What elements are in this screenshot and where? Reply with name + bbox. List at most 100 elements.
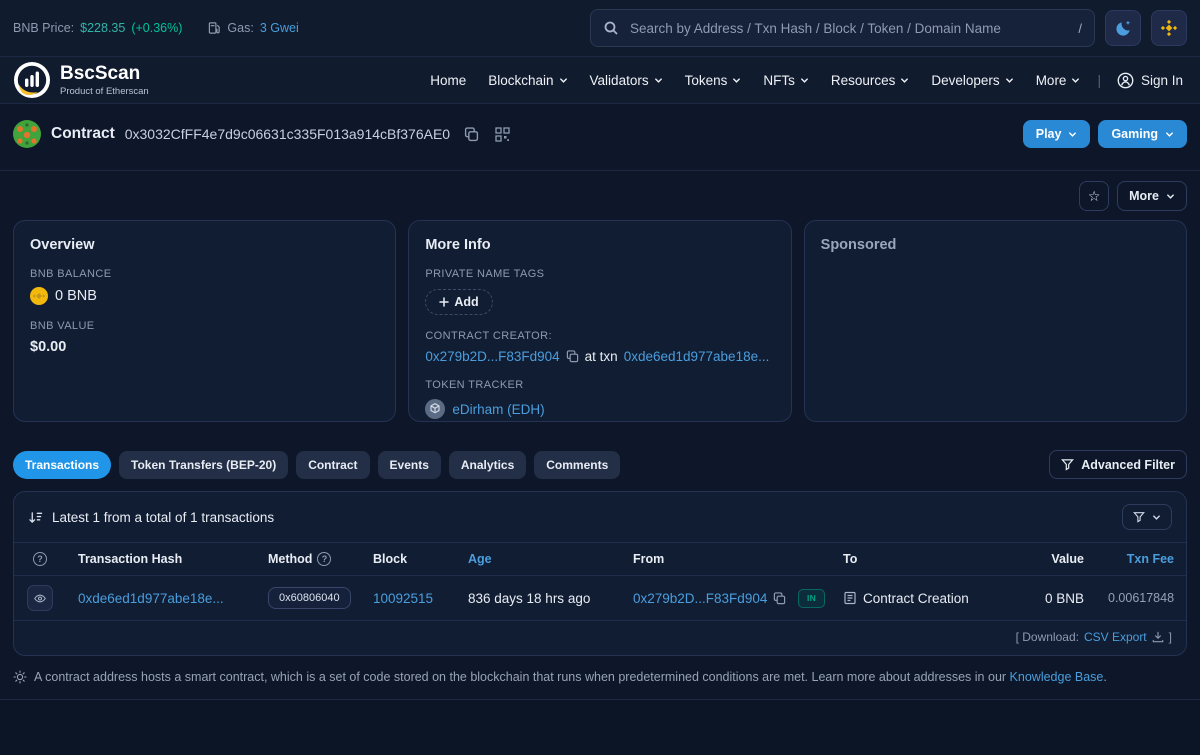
col-method: Method: [268, 552, 312, 566]
col-age-toggle[interactable]: Age: [468, 552, 492, 566]
contract-identity: Contract 0x3032CfFF4e7d9c06631c335F013a9…: [13, 120, 512, 148]
market-stats: BNB Price: $228.35 (+0.36%) Gas: 3 Gwei: [13, 21, 299, 35]
sponsored-card: Sponsored: [804, 220, 1187, 422]
address-footnote: A contract address hosts a smart contrac…: [13, 670, 1187, 684]
network-bnb-button[interactable]: [1151, 10, 1187, 46]
nav-divider: |: [1091, 73, 1107, 88]
funnel-icon: [1061, 458, 1074, 471]
from-address-link[interactable]: 0x279b2D...F83Fd904: [633, 591, 767, 606]
copy-icon: [464, 127, 479, 142]
to-contract-creation: Contract Creation: [863, 591, 969, 606]
private-name-tags-label: PRIVATE NAME TAGS: [425, 268, 774, 280]
bnb-price-link[interactable]: $228.35: [80, 21, 125, 35]
col-from: From: [621, 543, 786, 575]
transactions-panel: Latest 1 from a total of 1 transactions …: [13, 491, 1187, 656]
chevron-down-icon: [559, 76, 568, 85]
knowledge-base-link[interactable]: Knowledge Base: [1010, 670, 1104, 684]
tab-events[interactable]: Events: [378, 451, 441, 479]
tx-hash-link[interactable]: 0xde6ed1d977abe18e...: [78, 591, 244, 606]
block-link[interactable]: 10092515: [373, 591, 433, 606]
add-name-tag-button[interactable]: Add: [425, 289, 492, 315]
chevron-down-icon: [1152, 513, 1161, 522]
gaming-button[interactable]: Gaming: [1098, 120, 1187, 148]
tabs-row: Transactions Token Transfers (BEP-20) Co…: [13, 450, 1187, 479]
transactions-header: Latest 1 from a total of 1 transactions: [14, 492, 1186, 543]
chevron-down-icon: [1005, 76, 1014, 85]
col-txn-fee-toggle[interactable]: Txn Fee: [1127, 552, 1174, 566]
more-info-title: More Info: [425, 237, 774, 253]
chevron-down-icon: [1068, 130, 1077, 139]
advanced-filter-button[interactable]: Advanced Filter: [1049, 450, 1187, 479]
plus-icon: [439, 297, 449, 307]
brand-logo[interactable]: BscScan Product of Etherscan: [13, 61, 149, 99]
gas-label: Gas:: [227, 21, 253, 35]
method-badge[interactable]: 0x60806040: [268, 587, 351, 609]
contract-actions: Play Gaming: [1023, 120, 1187, 148]
overview-card: Overview BNB BALANCE 0 BNB BNB VALUE $0.…: [13, 220, 396, 422]
col-value: Value: [1011, 543, 1096, 575]
chevron-down-icon: [900, 76, 909, 85]
sign-in-button[interactable]: Sign In: [1107, 72, 1187, 89]
tab-transactions[interactable]: Transactions: [13, 451, 111, 479]
topbar: BNB Price: $228.35 (+0.36%) Gas: 3 Gwei …: [0, 0, 1200, 57]
nav-item-more[interactable]: More: [1025, 73, 1092, 88]
site-footer: [0, 699, 1200, 755]
search-bar[interactable]: /: [590, 9, 1095, 47]
csv-export-link[interactable]: CSV Export: [1084, 630, 1147, 644]
sponsored-title: Sponsored: [821, 237, 1170, 253]
gas-pump-icon: [208, 21, 221, 35]
sort-icon: [28, 511, 43, 524]
nav-item-resources[interactable]: Resources: [820, 73, 921, 88]
token-tracker-link[interactable]: eDirham (EDH): [452, 402, 544, 417]
nav-item-tokens[interactable]: Tokens: [674, 73, 753, 88]
nav-item-home[interactable]: Home: [419, 73, 477, 88]
contract-address: 0x3032CfFF4e7d9c06631c335F013a914cBf376A…: [125, 126, 450, 142]
creation-txn-link[interactable]: 0xde6ed1d977abe18e...: [624, 349, 770, 364]
gas-value-link[interactable]: 3 Gwei: [260, 21, 299, 35]
info-cards: Overview BNB BALANCE 0 BNB BNB VALUE $0.…: [13, 220, 1187, 422]
bnb-logo-icon: [1160, 19, 1178, 37]
tab-token-transfers[interactable]: Token Transfers (BEP-20): [119, 451, 288, 479]
download-row: [ Download: CSV Export ]: [14, 621, 1186, 655]
nav-item-developers[interactable]: Developers: [920, 73, 1024, 88]
overview-title: Overview: [30, 237, 379, 253]
theme-toggle-button[interactable]: [1105, 10, 1141, 46]
copy-address-button[interactable]: [462, 125, 481, 144]
tab-comments[interactable]: Comments: [534, 451, 620, 479]
play-button[interactable]: Play: [1023, 120, 1091, 148]
creator-address-link[interactable]: 0x279b2D...F83Fd904: [425, 349, 559, 364]
col-to: To: [831, 543, 1011, 575]
gas-group: Gas: 3 Gwei: [208, 21, 298, 35]
nav-item-blockchain[interactable]: Blockchain: [477, 73, 578, 88]
copy-creator-button[interactable]: [566, 350, 579, 363]
main-content: More Overview BNB BALANCE 0 BNB BNB VALU…: [0, 181, 1200, 684]
tx-age: 836 days 18 hrs ago: [456, 582, 621, 615]
tabs: Transactions Token Transfers (BEP-20) Co…: [13, 451, 620, 479]
nav-links: Home Blockchain Validators Tokens NFTs R…: [419, 72, 1187, 89]
nav-item-validators[interactable]: Validators: [579, 73, 674, 88]
funnel-icon: [1133, 511, 1145, 523]
tab-analytics[interactable]: Analytics: [449, 451, 526, 479]
more-info-card: More Info PRIVATE NAME TAGS Add CONTRACT…: [408, 220, 791, 422]
token-logo-icon: [425, 399, 445, 419]
bnb-balance-value: 0 BNB: [55, 288, 97, 304]
method-help-icon[interactable]: [317, 552, 331, 566]
secondary-actions: More: [13, 181, 1187, 211]
favorite-star-button[interactable]: [1079, 181, 1109, 211]
help-icon[interactable]: [33, 552, 47, 566]
more-actions-button[interactable]: More: [1117, 181, 1187, 211]
qr-code-button[interactable]: [493, 125, 512, 144]
chevron-down-icon: [1071, 76, 1080, 85]
chevron-down-icon: [732, 76, 741, 85]
filter-dropdown-button[interactable]: [1122, 504, 1172, 530]
download-prefix: [ Download:: [1016, 630, 1079, 644]
search-input[interactable]: [628, 20, 1069, 37]
tab-contract[interactable]: Contract: [296, 451, 369, 479]
tx-value: 0 BNB: [1011, 582, 1096, 615]
page-title: Contract: [51, 125, 115, 143]
transaction-row: 0xde6ed1d977abe18e... 0x60806040 1009251…: [14, 576, 1186, 621]
bnb-price-change: (+0.36%): [131, 21, 182, 35]
tx-preview-button[interactable]: [27, 585, 53, 611]
copy-from-button[interactable]: [773, 592, 786, 605]
nav-item-nfts[interactable]: NFTs: [752, 73, 820, 88]
